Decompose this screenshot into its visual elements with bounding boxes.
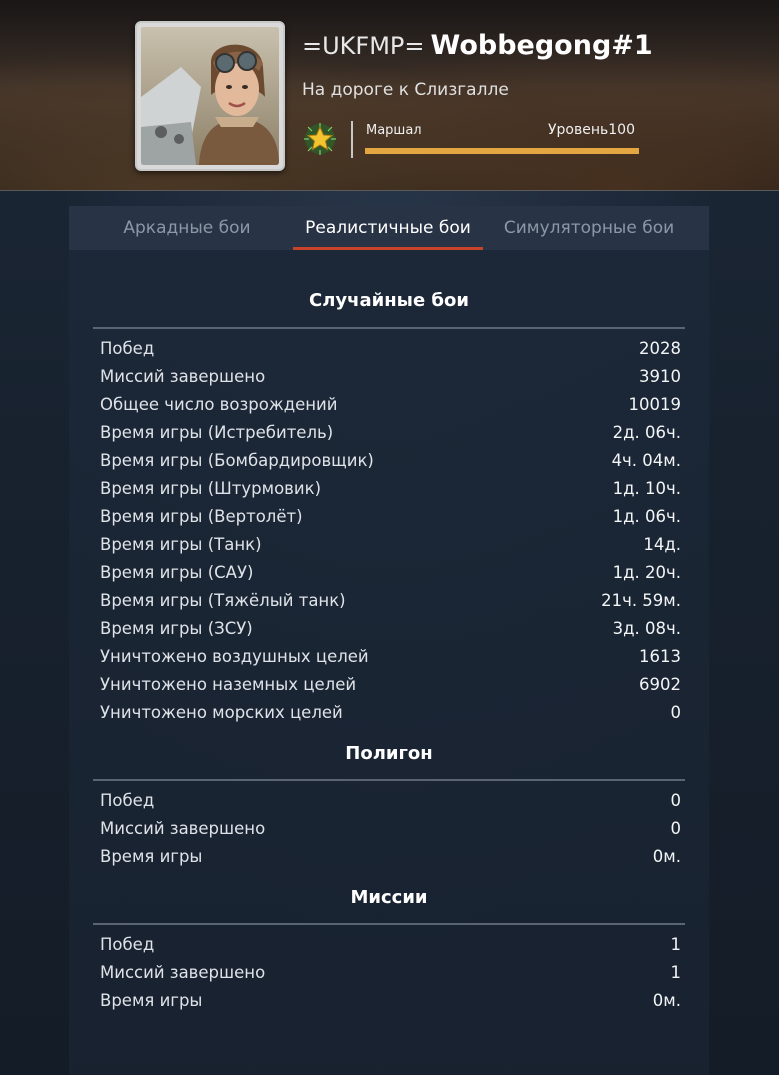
profile-header: =UKFMP= Wobbegong#1 На дороге к Слизгалл… (0, 0, 779, 191)
stat-value: 4ч. 04м. (611, 450, 681, 470)
section-title-random-battles: Случайные бои (309, 290, 469, 311)
stat-row: Время игры (Танк) 14д. (100, 530, 681, 558)
section-title-missions: Миссии (350, 887, 428, 908)
stat-row: Время игры (Штурмовик) 1д. 10ч. (100, 474, 681, 502)
rank-name: Маршал (366, 123, 422, 138)
star-rank-icon (304, 123, 336, 155)
stat-row: Побед 1 (100, 930, 681, 958)
stat-label: Миссий завершено (100, 818, 266, 838)
player-title: На дороге к Слизгалле (302, 80, 509, 100)
stat-label: Общее число возрождений (100, 394, 338, 414)
stat-label: Уничтожено воздушных целей (100, 646, 369, 666)
stat-value: 3910 (639, 366, 681, 386)
stat-value: 2028 (639, 338, 681, 358)
stat-row: Миссий завершено 1 (100, 958, 681, 986)
stat-value: 0м. (652, 846, 681, 866)
tab-simulator-label: Симуляторные бои (503, 218, 675, 238)
rank-divider (351, 121, 353, 158)
stat-label: Время игры (САУ) (100, 562, 254, 582)
stat-row: Побед 0 (100, 786, 681, 814)
stat-label: Время игры (Истребитель) (100, 422, 334, 442)
stat-label: Уничтожено наземных целей (100, 674, 357, 694)
tab-realistic-label: Реалистичные бои (305, 218, 471, 238)
level-label: Уровень100 (548, 122, 635, 138)
stat-value: 1613 (639, 646, 681, 666)
stat-label: Время игры (100, 990, 203, 1010)
game-mode-tabs: Аркадные бои Реалистичные бои Симуляторн… (69, 206, 709, 250)
stat-row: Побед 2028 (100, 334, 681, 362)
stat-label: Уничтожено морских целей (100, 702, 343, 722)
level-progress-fill (365, 148, 639, 154)
stat-row: Время игры (Бомбардировщик) 4ч. 04м. (100, 446, 681, 474)
avatar[interactable] (135, 21, 285, 171)
level-label-text: Уровень (548, 122, 609, 138)
stat-value: 1д. 06ч. (612, 506, 681, 526)
stat-row: Время игры (Истребитель) 2д. 06ч. (100, 418, 681, 446)
stat-label: Время игры (ЗСУ) (100, 618, 253, 638)
stat-label: Побед (100, 338, 155, 358)
stat-row: Время игры 0м. (100, 842, 681, 870)
stat-row: Время игры 0м. (100, 986, 681, 1014)
stat-label: Время игры (Штурмовик) (100, 478, 322, 498)
stat-value: 10019 (628, 394, 682, 414)
stat-label: Время игры (Танк) (100, 534, 262, 554)
level-progress-bar (365, 148, 639, 154)
stat-value: 0 (670, 818, 682, 838)
stat-value: 2д. 06ч. (612, 422, 681, 442)
nickname: Wobbegong#1 (430, 30, 653, 61)
stat-value: 1д. 10ч. (612, 478, 681, 498)
stat-label: Миссий завершено (100, 366, 266, 386)
stat-label: Время игры (Вертолёт) (100, 506, 303, 526)
stat-value: 1д. 20ч. (612, 562, 681, 582)
stat-row: Уничтожено воздушных целей 1613 (100, 642, 681, 670)
stat-label: Время игры (Тяжёлый танк) (100, 590, 346, 610)
section-title-test-range: Полигон (345, 743, 433, 764)
stat-row: Время игры (ЗСУ) 3д. 08ч. (100, 614, 681, 642)
pilot-portrait-icon (141, 27, 279, 165)
level-value: 100 (608, 122, 635, 138)
stat-value: 0 (670, 790, 682, 810)
stat-label: Побед (100, 934, 155, 954)
section-divider (93, 327, 685, 329)
stat-row: Уничтожено морских целей 0 (100, 698, 681, 726)
stat-value: 0м. (652, 990, 681, 1010)
stat-label: Побед (100, 790, 155, 810)
tab-realistic[interactable]: Реалистичные бои (293, 206, 483, 250)
stat-row: Время игры (САУ) 1д. 20ч. (100, 558, 681, 586)
stat-value: 6902 (639, 674, 681, 694)
stats-panel: Аркадные бои Реалистичные бои Симуляторн… (69, 206, 709, 1075)
tab-simulator[interactable]: Симуляторные бои (489, 206, 689, 250)
stat-value: 1 (670, 934, 682, 954)
stat-label: Время игры (100, 846, 203, 866)
stat-label: Время игры (Бомбардировщик) (100, 450, 374, 470)
stat-row: Миссий завершено 3910 (100, 362, 681, 390)
section-divider (93, 779, 685, 781)
stat-row: Время игры (Вертолёт) 1д. 06ч. (100, 502, 681, 530)
stat-value: 1 (670, 962, 682, 982)
stat-row: Миссий завершено 0 (100, 814, 681, 842)
active-tab-indicator (293, 247, 483, 250)
section-divider (93, 923, 685, 925)
stat-row: Общее число возрождений 10019 (100, 390, 681, 418)
tab-arcade-label: Аркадные бои (123, 218, 251, 238)
stat-row: Уничтожено наземных целей 6902 (100, 670, 681, 698)
player-name: =UKFMP= Wobbegong#1 (302, 30, 653, 70)
tab-arcade[interactable]: Аркадные бои (87, 206, 287, 250)
stat-value: 0 (670, 702, 682, 722)
stat-row: Время игры (Тяжёлый танк) 21ч. 59м. (100, 586, 681, 614)
stat-value: 3д. 08ч. (612, 618, 681, 638)
stat-label: Миссий завершено (100, 962, 266, 982)
stat-value: 14д. (643, 534, 681, 554)
stat-value: 21ч. 59м. (601, 590, 681, 610)
clan-tag[interactable]: =UKFMP= (302, 32, 425, 60)
